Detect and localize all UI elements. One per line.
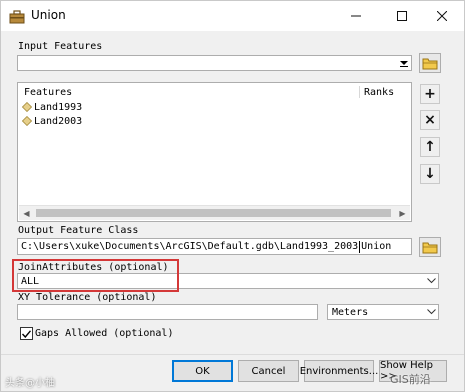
remove-row-button[interactable]: × [420,110,440,130]
move-up-button[interactable]: ↑ [420,137,440,157]
toolbox-icon [9,9,25,24]
ranks-column-header: Ranks [364,87,395,98]
union-dialog: Union Input Features Features Ranks Land… [0,0,465,392]
input-features-label: Input Features [18,41,103,52]
input-features-combo[interactable] [17,55,412,71]
gaps-allowed-row[interactable]: Gaps Allowed (optional) [20,327,173,340]
list-item[interactable]: Land2003 [22,114,82,128]
window-title: Union [31,8,66,22]
column-divider [359,86,360,98]
browse-input-button[interactable] [419,53,441,73]
chevron-down-icon[interactable] [424,305,438,319]
list-item-label: Land1993 [34,101,83,113]
title-bar: Union [1,1,464,31]
chevron-down-icon[interactable] [424,274,438,288]
footer-divider [1,354,464,355]
scroll-thumb[interactable] [36,209,391,217]
move-down-button[interactable]: ↓ [420,164,440,184]
folder-icon [422,242,438,253]
text-caret [359,240,361,253]
scroll-right-icon[interactable]: ▶ [395,206,410,220]
xy-tolerance-label: XY Tolerance (optional) [18,292,157,303]
features-column-header: Features [24,87,73,98]
arrow-down-icon: ↓ [424,166,436,182]
watermark-right: GIS前沿 [390,373,431,386]
polygon-layer-icon [22,116,32,126]
xy-tolerance-unit: Meters [332,307,369,318]
highlight-box [12,259,179,292]
ok-button[interactable]: OK [172,360,233,382]
polygon-layer-icon [22,102,32,112]
xy-tolerance-unit-select[interactable]: Meters [327,304,439,320]
cancel-button-label: Cancel [251,365,286,377]
environments-button[interactable]: Environments... [300,360,378,382]
gaps-allowed-checkbox[interactable] [20,327,33,340]
output-feature-class-input[interactable]: C:\Users\xuke\Documents\ArcGIS\Default.g… [17,238,412,255]
watermark-left: 头条@小柚 [5,378,55,389]
output-feature-class-label: Output Feature Class [18,225,139,236]
checkmark-icon [22,329,31,338]
minimize-icon [351,15,361,17]
output-path-text: C:\Users\xuke\Documents\ArcGIS\Default.g… [21,241,359,252]
output-path-suffix: Union [361,241,392,252]
environments-button-label: Environments... [299,365,379,377]
folder-icon [422,58,438,69]
scroll-left-icon[interactable]: ◀ [19,206,34,220]
input-features-list[interactable]: Features Ranks Land1993 Land2003 ◀ ▶ [17,82,412,222]
close-button[interactable] [420,1,464,31]
add-row-button[interactable]: + [420,84,440,104]
gaps-allowed-label: Gaps Allowed (optional) [35,328,174,339]
maximize-icon [397,11,407,21]
minimize-button[interactable] [334,1,378,31]
close-icon [437,11,447,21]
arrow-up-icon: ↑ [424,139,436,155]
horizontal-scrollbar[interactable]: ◀ ▶ [19,205,410,220]
ok-button-label: OK [195,365,210,377]
chevron-down-icon[interactable] [397,56,411,70]
cancel-button[interactable]: Cancel [238,360,299,382]
list-item-label: Land2003 [34,115,83,127]
x-icon: × [424,112,436,128]
browse-output-button[interactable] [419,237,441,257]
xy-tolerance-input[interactable] [17,304,318,320]
plus-icon: + [424,86,436,102]
maximize-button[interactable] [380,1,424,31]
list-item[interactable]: Land1993 [22,100,82,114]
